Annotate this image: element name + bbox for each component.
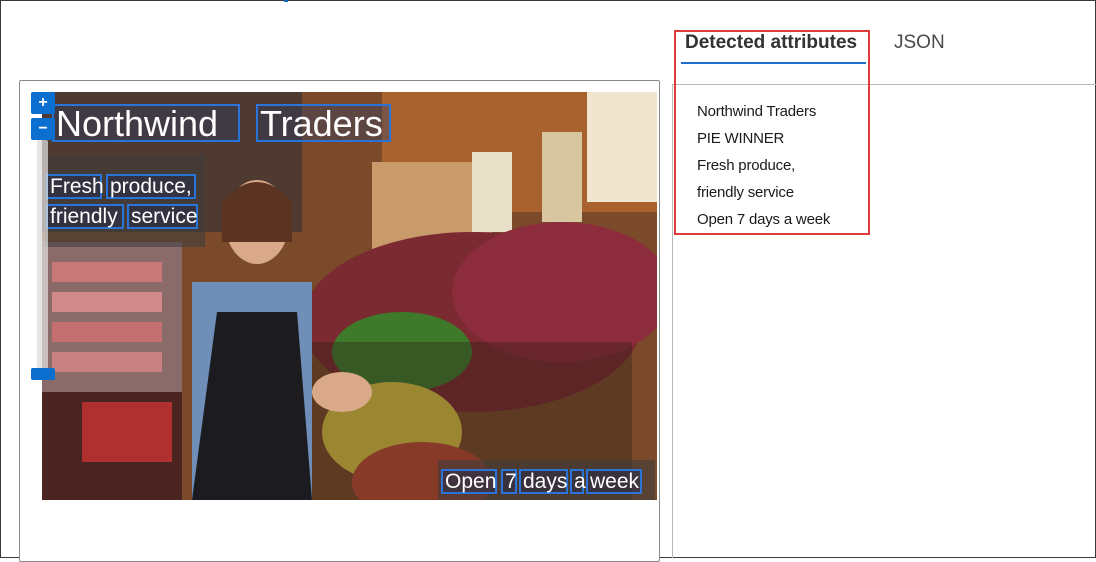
ocr-word-box[interactable]: 7 <box>501 469 517 494</box>
text-region-shade <box>45 155 205 247</box>
storefront-photo <box>42 92 657 500</box>
panel-divider <box>672 84 673 558</box>
ocr-word-box[interactable]: Open <box>441 469 497 494</box>
ocr-word-box[interactable]: days <box>519 469 568 494</box>
ocr-word-box[interactable]: produce, <box>106 174 196 199</box>
truncated-link <box>268 0 292 3</box>
zoom-slider-track[interactable] <box>37 140 48 370</box>
highlight-annotation-box <box>674 30 870 235</box>
zoom-out-button[interactable]: − <box>31 118 55 140</box>
ocr-word-box[interactable]: friendly <box>46 204 124 229</box>
zoom-control: + − <box>31 92 55 382</box>
zoom-slider-handle[interactable] <box>31 368 55 380</box>
ocr-word-box[interactable]: Traders <box>256 104 391 142</box>
ocr-word-box[interactable]: service <box>127 204 198 229</box>
tab-json[interactable]: JSON <box>894 32 945 54</box>
zoom-in-button[interactable]: + <box>31 92 55 114</box>
ocr-word-box[interactable]: week <box>586 469 642 494</box>
ocr-word-box[interactable]: Northwind <box>52 104 240 142</box>
ocr-word-box[interactable]: a <box>570 469 586 494</box>
